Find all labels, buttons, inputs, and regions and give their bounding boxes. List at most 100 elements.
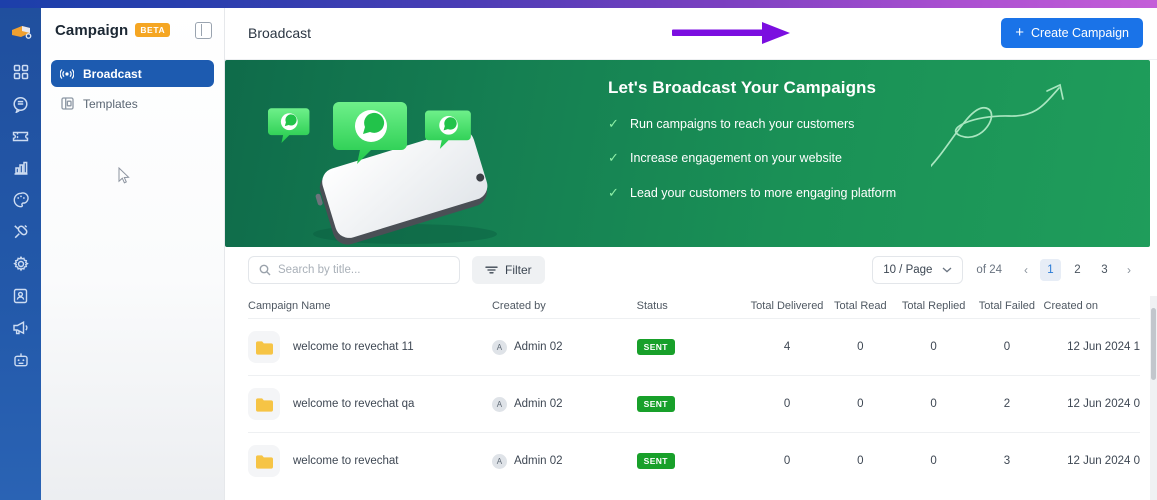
cell-status: SENT <box>637 396 751 413</box>
sidebar-header: Campaign BETA <box>41 6 224 54</box>
panel-collapse-icon[interactable] <box>195 22 212 39</box>
column-header-campaign-name: Campaign Name <box>248 300 492 312</box>
per-page-value: 10 / Page <box>883 264 932 276</box>
campaign-name-text: welcome to revechat 11 <box>293 341 414 353</box>
cell-campaign-name: welcome to revechat <box>248 445 492 477</box>
banner-bullet: ✓ Run campaigns to reach your customers <box>608 115 908 134</box>
column-header-total-failed: Total Failed <box>970 300 1043 312</box>
prev-page-button[interactable]: ‹ <box>1015 258 1037 282</box>
table-row[interactable]: welcome to revechat 11 A Admin 02 SENT 4… <box>248 318 1140 375</box>
sidebar-nav: Broadcast Templates <box>41 54 224 117</box>
page-button-3[interactable]: 3 <box>1094 259 1115 281</box>
cell-total-failed: 0 <box>970 341 1043 353</box>
sidebar-item-templates[interactable]: Templates <box>51 90 214 117</box>
status-badge: SENT <box>637 339 675 356</box>
megaphone-icon[interactable] <box>0 312 41 344</box>
broadcast-icon <box>60 67 74 81</box>
cell-created-on: 12 Jun 2024 1 <box>1044 341 1140 353</box>
avatar: A <box>492 340 507 355</box>
search-input[interactable] <box>278 264 449 276</box>
cell-status: SENT <box>637 339 751 356</box>
chat-bubble-icon[interactable] <box>0 88 41 120</box>
cell-total-read: 0 <box>824 398 897 410</box>
banner-heading: Let's Broadcast Your Campaigns <box>608 78 908 98</box>
page-button-2[interactable]: 2 <box>1067 259 1088 281</box>
folder-icon <box>248 445 280 477</box>
mouse-cursor <box>118 167 132 184</box>
column-header-created-by: Created by <box>492 300 637 312</box>
bar-chart-icon[interactable] <box>0 152 41 184</box>
cell-campaign-name: welcome to revechat qa <box>248 388 492 420</box>
column-header-status: Status <box>637 300 751 312</box>
search-icon <box>259 264 271 276</box>
status-badge: SENT <box>637 453 675 470</box>
per-page-select[interactable]: 10 / Page <box>872 256 963 284</box>
bot-icon[interactable] <box>0 344 41 376</box>
campaign-name-text: welcome to revechat qa <box>293 398 414 410</box>
campaign-table: Campaign Name Created by Status Total De… <box>225 293 1157 489</box>
banner-bullet-text: Increase engagement on your website <box>630 149 842 168</box>
check-icon: ✓ <box>608 184 621 202</box>
cell-total-replied: 0 <box>897 341 970 353</box>
template-icon <box>60 97 74 111</box>
cell-total-replied: 0 <box>897 398 970 410</box>
dashboard-grid-icon[interactable] <box>0 56 41 88</box>
campaign-sidebar: Campaign BETA Broadcast <box>41 6 225 500</box>
top-gradient-strip <box>0 0 1157 8</box>
table-row[interactable]: welcome to revechat A Admin 02 SENT 0 0 … <box>248 432 1140 489</box>
logo-icon[interactable] <box>0 16 41 48</box>
sidebar-item-label: Templates <box>83 97 138 111</box>
table-header-row: Campaign Name Created by Status Total De… <box>248 293 1140 318</box>
cell-total-delivered: 0 <box>750 398 823 410</box>
sidebar-title: Campaign <box>55 22 128 39</box>
promo-banner: Let's Broadcast Your Campaigns ✓ Run cam… <box>225 60 1150 247</box>
scrollbar-thumb[interactable] <box>1151 308 1156 380</box>
contact-card-icon[interactable] <box>0 280 41 312</box>
filter-label: Filter <box>505 263 532 277</box>
cell-total-read: 0 <box>824 455 897 467</box>
avatar: A <box>492 397 507 412</box>
gear-icon[interactable] <box>0 248 41 280</box>
column-header-total-delivered: Total Delivered <box>750 300 823 312</box>
search-box[interactable] <box>248 256 460 284</box>
table-toolbar: Filter 10 / Page of 24 ‹ 1 2 3 › <box>225 247 1157 293</box>
next-page-button[interactable]: › <box>1118 258 1140 282</box>
cell-total-replied: 0 <box>897 455 970 467</box>
chevron-down-icon <box>942 267 952 273</box>
created-by-text: Admin 02 <box>514 341 563 353</box>
cell-created-on: 12 Jun 2024 0 <box>1044 398 1140 410</box>
whatsapp-phone-illustration <box>255 68 545 247</box>
cell-created-by: A Admin 02 <box>492 340 637 355</box>
column-header-total-replied: Total Replied <box>897 300 970 312</box>
banner-bullet-text: Lead your customers to more engaging pla… <box>630 184 896 203</box>
pagination: 10 / Page of 24 ‹ 1 2 3 › <box>872 256 1140 284</box>
folder-icon <box>248 388 280 420</box>
avatar: A <box>492 454 507 469</box>
check-icon: ✓ <box>608 149 621 168</box>
create-campaign-button[interactable]: + Create Campaign <box>1001 18 1143 48</box>
created-by-text: Admin 02 <box>514 398 563 410</box>
page-button-1[interactable]: 1 <box>1040 259 1061 281</box>
palette-icon[interactable] <box>0 184 41 216</box>
filter-button[interactable]: Filter <box>472 256 545 284</box>
sidebar-item-broadcast[interactable]: Broadcast <box>51 60 214 87</box>
decorative-arrow-icon <box>931 68 1146 238</box>
cell-campaign-name: welcome to revechat 11 <box>248 331 492 363</box>
cell-created-on: 12 Jun 2024 0 <box>1044 455 1140 467</box>
table-row[interactable]: welcome to revechat qa A Admin 02 SENT 0… <box>248 375 1140 432</box>
page-title: Broadcast <box>248 25 311 41</box>
cell-total-delivered: 4 <box>750 341 823 353</box>
check-icon: ✓ <box>608 115 621 134</box>
banner-bullet: ✓ Increase engagement on your website <box>608 149 908 168</box>
create-campaign-label: Create Campaign <box>1031 26 1129 40</box>
plug-icon[interactable] <box>0 216 41 248</box>
ticket-icon[interactable] <box>0 120 41 152</box>
main-content: Broadcast + Create Campaign <box>225 6 1157 500</box>
filter-icon <box>485 265 498 275</box>
folder-icon <box>248 331 280 363</box>
vertical-scrollbar[interactable] <box>1150 296 1157 500</box>
cell-total-failed: 3 <box>970 455 1043 467</box>
app-root: Campaign BETA Broadcast <box>0 0 1157 500</box>
created-by-text: Admin 02 <box>514 455 563 467</box>
status-badge: SENT <box>637 396 675 413</box>
